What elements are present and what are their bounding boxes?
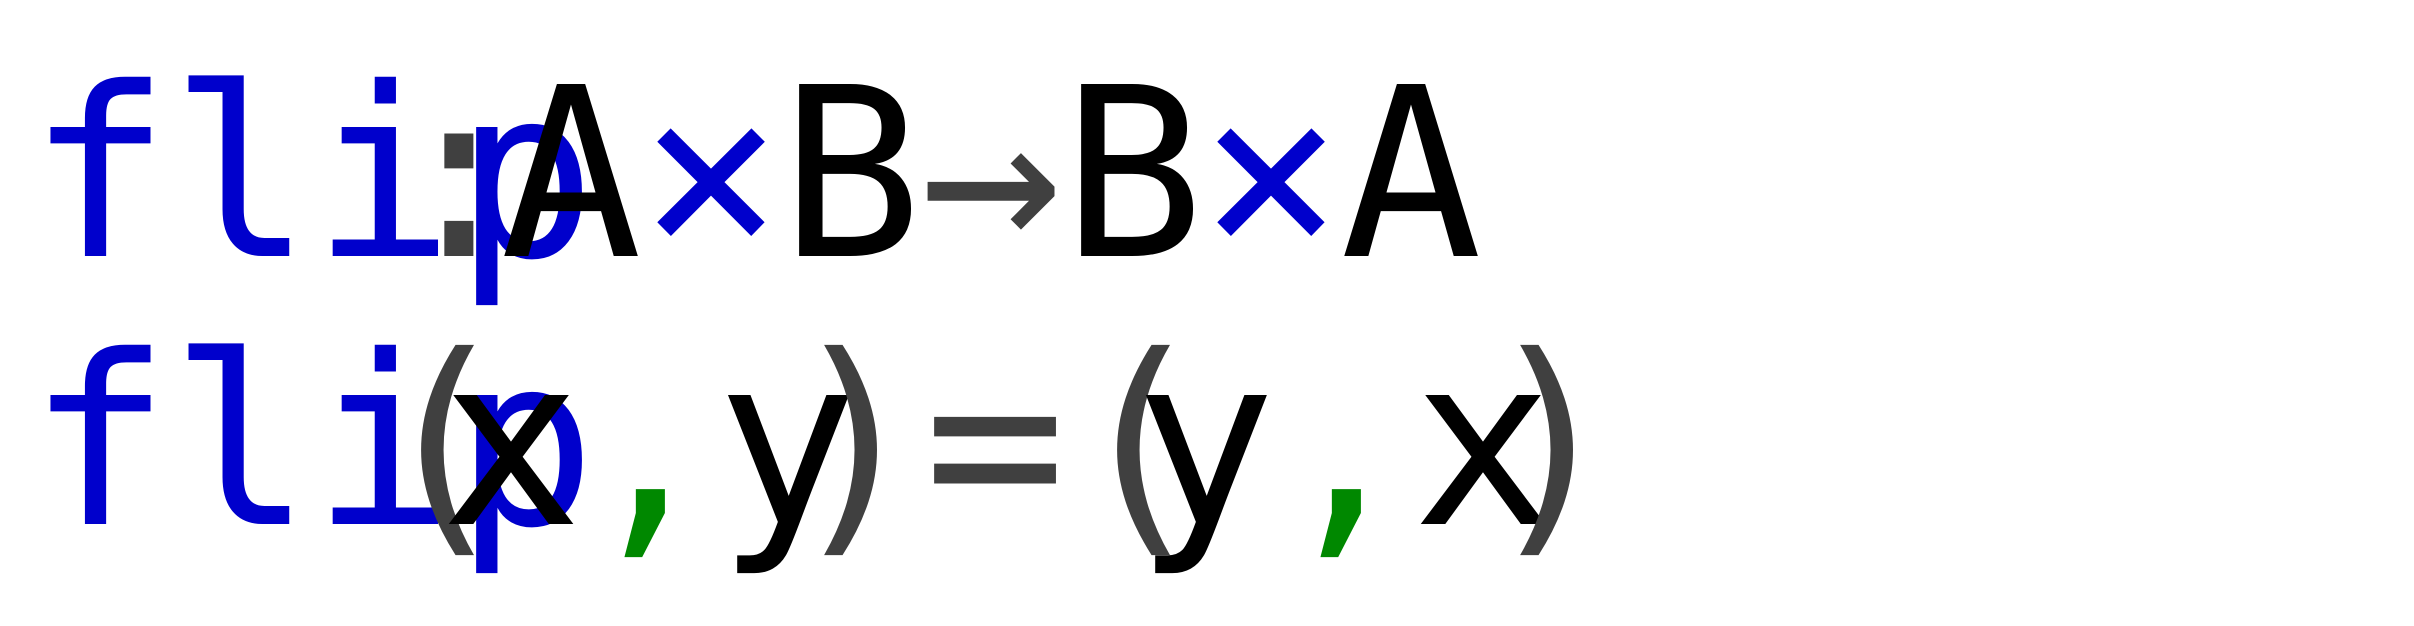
comma: , [1274, 305, 1417, 580]
definition-line: flip ( x , y ) = ( y , x ) [0, 308, 2414, 578]
variable-x: x [440, 305, 583, 580]
equals-sign: = [924, 305, 1067, 580]
type-signature-line: flip : A × B → B × A [0, 40, 2414, 310]
type-variable-b: B [780, 37, 923, 312]
result-type-a: A [1340, 37, 1483, 312]
result-type-b: B [1062, 37, 1205, 312]
function-arrow: → [920, 37, 1063, 312]
comma: , [578, 305, 721, 580]
right-paren: ) [784, 305, 927, 580]
product-operator: × [1200, 37, 1343, 312]
result-variable-y: y [1134, 305, 1277, 580]
type-variable-a: A [500, 37, 643, 312]
product-operator: × [640, 37, 783, 312]
code-block: flip : A × B → B × A flip ( x , y ) = ( … [0, 0, 2414, 626]
right-paren: ) [1480, 305, 1623, 580]
